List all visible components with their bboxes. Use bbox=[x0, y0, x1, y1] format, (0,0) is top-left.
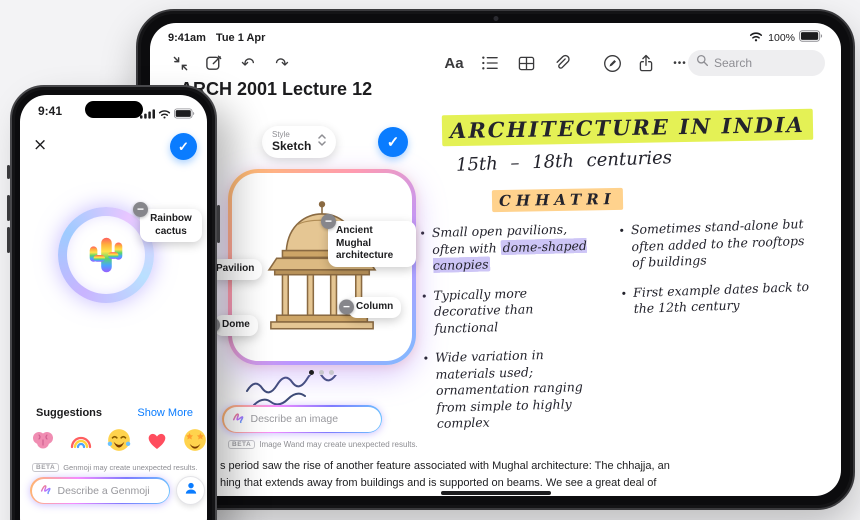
rainbow-emoji[interactable] bbox=[66, 425, 96, 455]
show-more-link[interactable]: Show More bbox=[137, 407, 193, 419]
beta-badge: BETA bbox=[228, 440, 256, 449]
search-field[interactable] bbox=[688, 50, 841, 76]
person-icon bbox=[183, 480, 199, 501]
ipad-status-date: Tue 1 Apr bbox=[215, 31, 266, 44]
handwritten-subheading: 15th – 18th centuries bbox=[455, 147, 673, 176]
checkmark-icon: ✓ bbox=[386, 134, 400, 151]
handwritten-bullets-right: • Sometimes stand-alone but often added … bbox=[618, 216, 822, 331]
toolbar-format-group: Aa bbox=[442, 51, 574, 75]
undo-icon[interactable]: ↶ bbox=[236, 51, 260, 75]
heart-emoji[interactable] bbox=[142, 425, 172, 455]
compose-icon[interactable] bbox=[202, 51, 226, 75]
minus-icon[interactable]: − bbox=[339, 299, 354, 315]
image-wand-prompt-input[interactable] bbox=[250, 413, 373, 425]
handwritten-section-title: CHHATRI bbox=[491, 187, 623, 213]
bullet-item: • Typically more decorative than functio… bbox=[420, 284, 534, 336]
person-avatar-button[interactable] bbox=[176, 476, 205, 505]
tears-of-joy-emoji[interactable] bbox=[104, 425, 134, 455]
search-input[interactable] bbox=[714, 56, 841, 70]
ipad-screen: 9:41am Tue 1 Apr 100% ↶ ↷ Aa ••• Search … bbox=[150, 23, 841, 496]
handwritten-bullets-left: • Small open pavilions, often with dome-… bbox=[419, 221, 597, 446]
checkmark-icon: ✓ bbox=[178, 138, 189, 154]
battery-percent: 100% bbox=[768, 31, 795, 44]
redo-icon[interactable]: ↷ bbox=[270, 51, 294, 75]
genmoji-prompt-field[interactable] bbox=[30, 477, 170, 504]
home-indicator[interactable] bbox=[440, 491, 551, 495]
close-icon[interactable]: × bbox=[33, 135, 47, 155]
note-body-line: s period saw the rise of another feature… bbox=[220, 460, 670, 472]
mute-switch bbox=[7, 165, 10, 179]
style-picker[interactable]: Style Sketch bbox=[262, 126, 337, 158]
rainbow-cactus-emoji bbox=[89, 237, 123, 273]
power-button bbox=[217, 205, 220, 243]
volume-up-button bbox=[7, 195, 10, 221]
volume-down-button bbox=[7, 227, 10, 253]
suggestion-row bbox=[28, 425, 207, 455]
ipad-camera bbox=[493, 16, 498, 21]
brain-emoji[interactable] bbox=[28, 425, 58, 455]
table-icon[interactable] bbox=[514, 51, 538, 75]
minus-icon[interactable]: − bbox=[133, 202, 148, 217]
suggestions-label: Suggestions bbox=[36, 407, 103, 419]
concept-tag[interactable]: − Ancient Mughal architecture bbox=[321, 214, 416, 267]
iphone-device: 9:41 × ✓ − Rainbow cactus Suggestions Sh… bbox=[7, 85, 220, 520]
toolbar-left-group: ↶ ↷ bbox=[168, 51, 294, 75]
wifi-icon bbox=[749, 31, 763, 45]
iphone-status-icons bbox=[140, 106, 195, 124]
bullet-item: • First example dates back to the 12th c… bbox=[620, 278, 810, 317]
list-icon[interactable] bbox=[478, 51, 502, 75]
bullet-item: • Wide variation in materials used; orna… bbox=[422, 347, 584, 431]
image-wand-prompt-field[interactable] bbox=[222, 405, 382, 433]
concept-tag[interactable]: − Column bbox=[339, 297, 402, 318]
note-body-line: hing that extends away from buildings an… bbox=[220, 477, 657, 489]
attachment-icon[interactable] bbox=[550, 51, 574, 75]
text-format-icon[interactable]: Aa bbox=[442, 51, 466, 75]
ipad-status-time: 9:41am bbox=[168, 31, 206, 44]
ipad-device: 9:41am Tue 1 Apr 100% ↶ ↷ Aa ••• Search … bbox=[136, 9, 855, 510]
genmoji-preview bbox=[67, 216, 145, 294]
concept-tag[interactable]: − Rainbow cactus bbox=[133, 202, 202, 242]
star-struck-emoji[interactable] bbox=[180, 425, 207, 455]
style-value: Sketch bbox=[272, 138, 312, 153]
image-wand-icon bbox=[40, 482, 53, 500]
iphone-status-time: 9:41 bbox=[38, 104, 63, 118]
battery-icon bbox=[799, 30, 823, 45]
image-wand-confirm-button[interactable]: ✓ bbox=[378, 127, 408, 157]
pen-circle-icon[interactable] bbox=[600, 51, 624, 75]
genmoji-confirm-button[interactable]: ✓ bbox=[170, 133, 197, 160]
signal-icon bbox=[140, 106, 155, 124]
bullet-item: • Sometimes stand-alone but often added … bbox=[618, 216, 805, 271]
genmoji-prompt-input[interactable] bbox=[57, 484, 161, 497]
scene: 9:41am Tue 1 Apr 100% ↶ ↷ Aa ••• Search … bbox=[0, 0, 860, 520]
chevrons-updown-icon bbox=[318, 133, 327, 152]
iphone-screen: 9:41 × ✓ − Rainbow cactus Suggestions Sh… bbox=[20, 95, 207, 520]
genmoji-beta-note: BETA Genmoji may create unexpected resul… bbox=[32, 463, 197, 472]
image-wand-icon bbox=[232, 410, 246, 429]
beta-badge: BETA bbox=[32, 463, 60, 472]
concept-tag[interactable]: − Dome bbox=[205, 315, 258, 336]
handwritten-heading: ARCHITECTURE IN INDIA bbox=[441, 108, 814, 147]
image-wand-beta-note: BETA Image Wand may create unexpected re… bbox=[228, 440, 418, 449]
share-icon[interactable] bbox=[634, 51, 658, 75]
page-indicator[interactable] bbox=[309, 370, 334, 375]
dynamic-island bbox=[84, 101, 143, 118]
toolbar-right-group: ••• bbox=[600, 51, 692, 75]
bullet-item: • Small open pavilions, often with dome-… bbox=[419, 221, 588, 273]
minus-icon[interactable]: − bbox=[321, 214, 336, 229]
wifi-icon bbox=[158, 106, 171, 124]
search-icon bbox=[696, 54, 709, 72]
battery-icon bbox=[174, 106, 195, 124]
collapse-icon[interactable] bbox=[168, 51, 192, 75]
ipad-status-bar: 9:41am Tue 1 Apr 100% bbox=[168, 30, 823, 45]
